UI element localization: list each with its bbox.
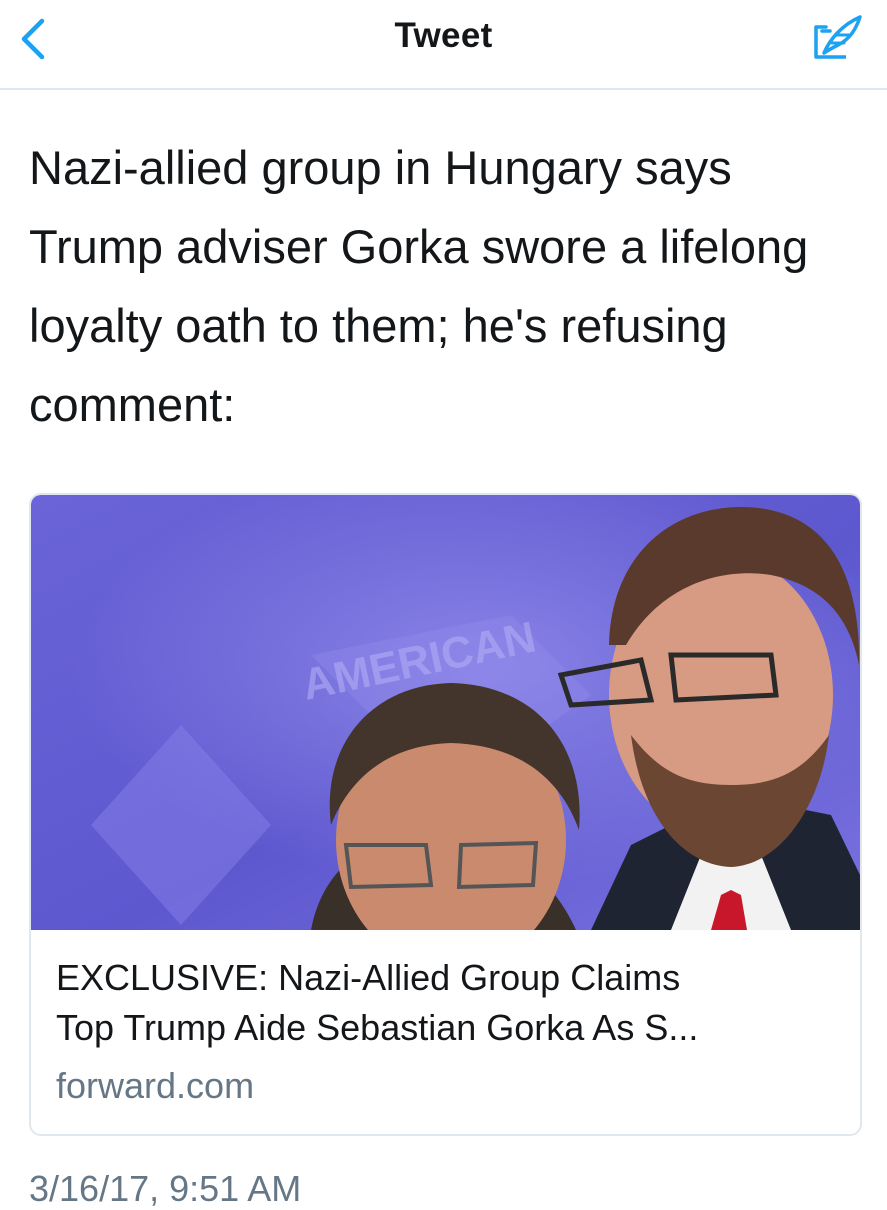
card-title-line: Top Trump Aide Sebastian Gorka As S... [56,1007,699,1048]
compose-tweet-icon[interactable] [808,13,866,65]
card-title[interactable]: EXCLUSIVE: Nazi-Allied Group Claims Top … [56,953,846,1053]
card-domain[interactable]: forward.com [56,1065,254,1107]
link-card[interactable]: AMERICAN EXCLUSIVE: Nazi-Allied Group Cl… [29,493,862,1136]
page-title: Tweet [394,16,493,55]
tweet-text: Nazi-allied group in Hungary says Trump … [29,141,809,431]
nav-bar: Tweet [0,0,887,90]
tweet-timestamp: 3/16/17, 9:51 AM [29,1168,302,1209]
card-image[interactable]: AMERICAN [31,495,860,930]
card-title-line: EXCLUSIVE: Nazi-Allied Group Claims [56,957,681,998]
